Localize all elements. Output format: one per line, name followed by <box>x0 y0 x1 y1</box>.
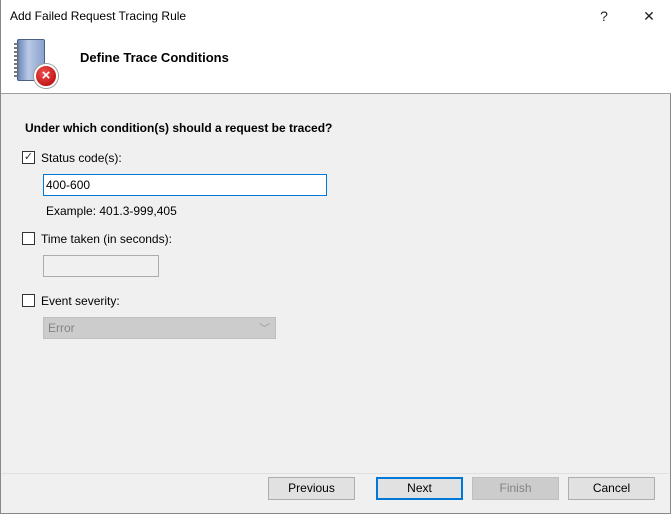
close-button[interactable]: ✕ <box>634 4 664 28</box>
previous-button[interactable]: Previous <box>268 477 355 500</box>
finish-button[interactable]: Finish <box>472 477 559 500</box>
page-title: Define Trace Conditions <box>80 50 229 65</box>
time-taken-checkbox[interactable] <box>22 232 35 245</box>
wizard-header: × Define Trace Conditions <box>1 32 671 94</box>
next-button[interactable]: Next <box>376 477 463 500</box>
event-severity-label: Event severity: <box>41 294 120 308</box>
status-code-label: Status code(s): <box>41 151 122 165</box>
conditions-question: Under which condition(s) should a reques… <box>25 121 333 135</box>
status-code-example: Example: 401.3-999,405 <box>46 204 177 218</box>
event-severity-checkbox[interactable] <box>22 294 35 307</box>
status-code-input[interactable] <box>43 174 327 196</box>
event-severity-select[interactable]: Error ﹀ <box>43 317 276 339</box>
status-code-checkbox[interactable]: ✓ <box>22 151 35 164</box>
time-taken-input[interactable] <box>43 255 159 277</box>
help-button[interactable]: ? <box>589 4 619 28</box>
title-bar: Add Failed Request Tracing Rule ? ✕ <box>1 0 671 32</box>
cancel-button[interactable]: Cancel <box>568 477 655 500</box>
footer-divider <box>2 473 669 474</box>
dialog-window: Add Failed Request Tracing Rule ? ✕ × De… <box>0 0 671 514</box>
chevron-down-icon: ﹀ <box>259 323 270 335</box>
time-taken-label: Time taken (in seconds): <box>41 232 172 246</box>
trace-error-icon: × <box>14 37 59 89</box>
event-severity-value: Error <box>48 321 75 335</box>
window-title: Add Failed Request Tracing Rule <box>10 9 187 23</box>
